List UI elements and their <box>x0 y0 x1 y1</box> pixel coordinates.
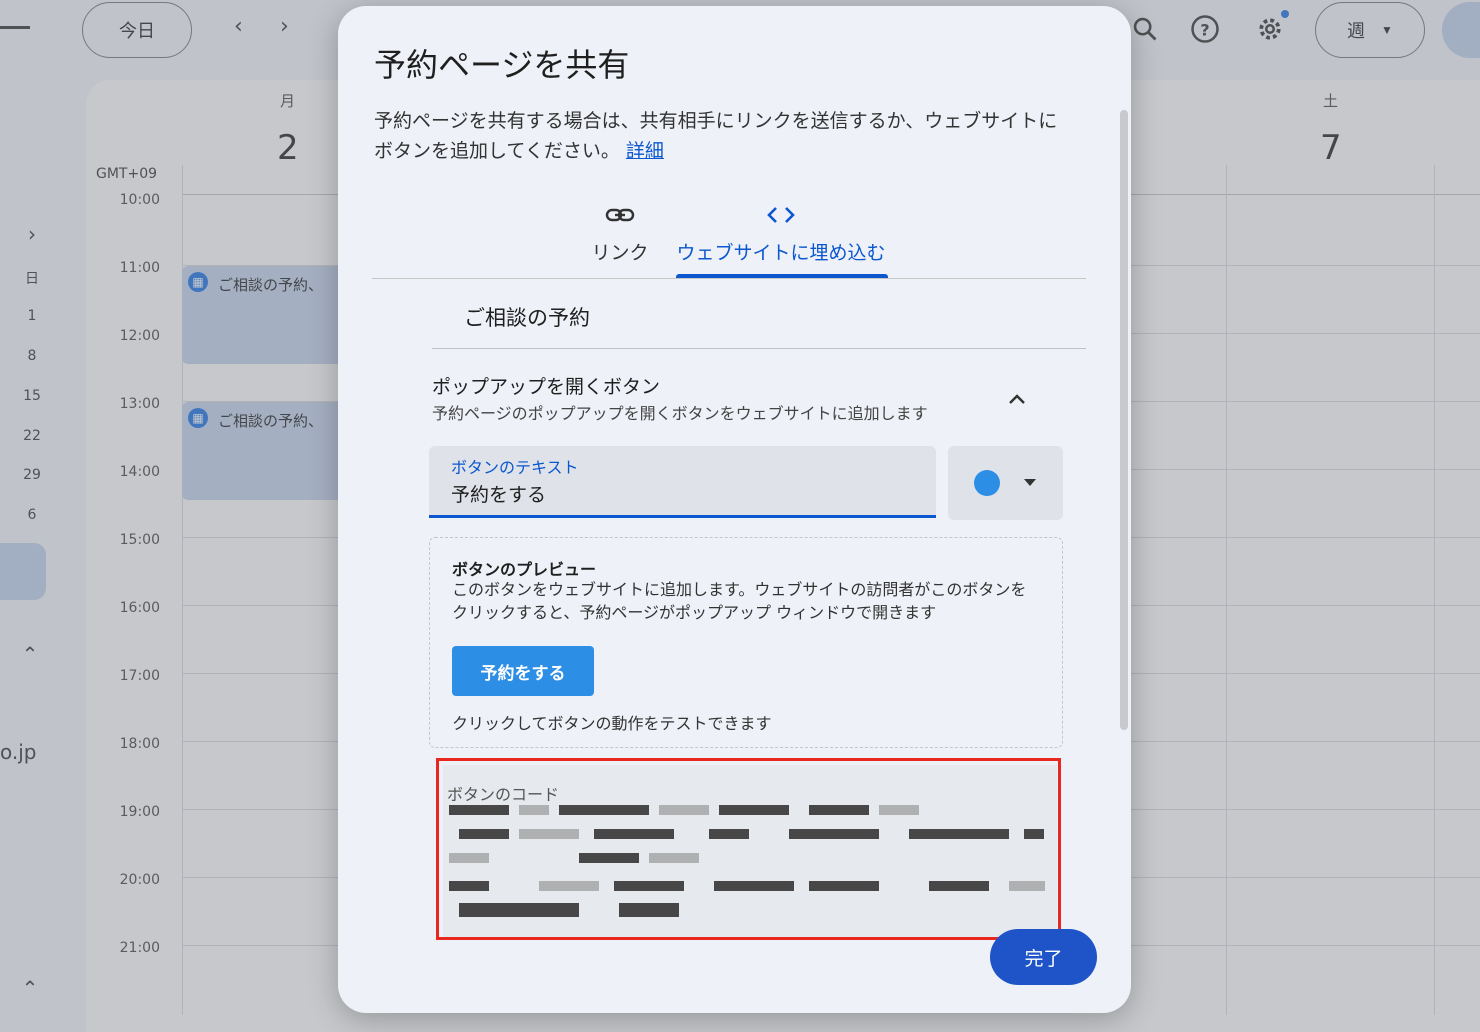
blurred-code-block <box>659 805 709 815</box>
blurred-code-block <box>449 805 509 815</box>
learn-more-link[interactable]: 詳細 <box>626 140 664 162</box>
dialog-description: 予約ページを共有する場合は、共有相手にリンクを送信するか、ウェブサイトにボタンを… <box>374 106 1064 166</box>
blurred-code-block <box>614 881 684 891</box>
booking-page-name: ご相談の予約 <box>464 306 590 330</box>
blurred-code-block <box>1009 881 1045 891</box>
button-code-highlight: ボタンのコード <box>436 758 1061 940</box>
blurred-code-block <box>879 805 919 815</box>
tab-link-label: リンク <box>591 242 649 264</box>
blurred-code-block <box>929 881 989 891</box>
button-code-area[interactable]: ボタンのコード <box>443 765 1057 937</box>
dialog-title: 予約ページを共有 <box>374 46 630 84</box>
tab-divider <box>372 278 1086 279</box>
button-text-field[interactable]: ボタンのテキスト <box>429 446 936 518</box>
blurred-code-block <box>709 829 749 839</box>
tab-link[interactable]: リンク <box>560 202 680 265</box>
share-booking-page-dialog: 予約ページを共有 予約ページを共有する場合は、共有相手にリンクを送信するか、ウェ… <box>338 6 1131 1013</box>
button-text-label: ボタンのテキスト <box>451 458 579 477</box>
blurred-code-block <box>519 805 549 815</box>
blurred-code-block <box>789 829 879 839</box>
blurred-code-block <box>809 881 879 891</box>
blurred-code-block <box>539 881 599 891</box>
blurred-code-block <box>714 881 794 891</box>
blurred-code-block <box>649 853 699 863</box>
blurred-code-block <box>809 805 869 815</box>
button-preview-panel: ボタンのプレビュー このボタンをウェブサイトに追加します。ウェブサイトの訪問者が… <box>429 537 1063 748</box>
button-color-select[interactable] <box>948 446 1063 520</box>
blurred-code-block <box>459 829 509 839</box>
divider <box>432 348 1086 349</box>
preview-description: このボタンをウェブサイトに追加します。ウェブサイトの訪問者がこのボタンをクリック… <box>452 580 1027 622</box>
tab-embed-label: ウェブサイトに埋め込む <box>676 242 886 264</box>
preview-hint: クリックしてボタンの動作をテストできます <box>452 714 772 733</box>
dialog-scrollbar[interactable] <box>1120 110 1128 730</box>
blurred-code-block <box>519 829 579 839</box>
blurred-code-block <box>449 881 489 891</box>
link-icon <box>560 202 680 228</box>
blurred-code-block <box>909 829 1009 839</box>
button-code-label: ボタンのコード <box>447 785 560 804</box>
color-swatch <box>974 470 1000 496</box>
code-icon <box>668 202 894 228</box>
blurred-code-block <box>1024 829 1044 839</box>
section-subtitle: 予約ページのポップアップを開くボタンをウェブサイトに追加します <box>432 404 928 423</box>
caret-down-icon <box>1024 479 1036 486</box>
blurred-code-block <box>719 805 789 815</box>
preview-booking-button[interactable]: 予約をする <box>452 646 594 696</box>
section-title: ポップアップを開くボタン <box>432 376 661 398</box>
blurred-code-block <box>594 829 674 839</box>
chevron-up-icon[interactable] <box>1002 384 1032 414</box>
blurred-code <box>449 805 1049 925</box>
blurred-code-block <box>579 853 639 863</box>
blurred-code-block <box>619 903 679 917</box>
blurred-code-block <box>459 903 579 917</box>
tab-embed[interactable]: ウェブサイトに埋め込む <box>668 202 894 265</box>
button-text-input[interactable] <box>451 482 911 504</box>
blurred-code-block <box>559 805 649 815</box>
description-text: 予約ページを共有する場合は、共有相手にリンクを送信するか、ウェブサイトにボタンを… <box>374 110 1058 162</box>
preview-title: ボタンのプレビュー <box>452 560 597 579</box>
done-button[interactable]: 完了 <box>990 929 1097 985</box>
blurred-code-block <box>449 853 489 863</box>
